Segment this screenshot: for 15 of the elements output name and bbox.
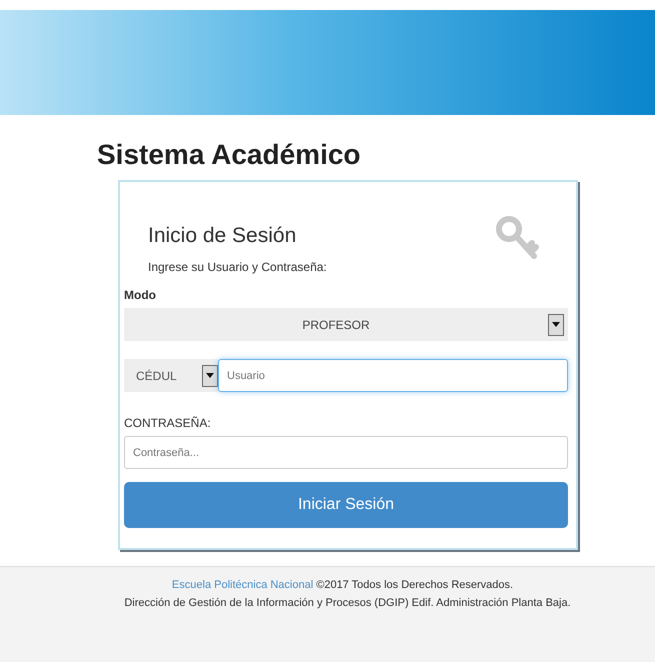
login-button[interactable]: Iniciar Sesión [124, 482, 568, 528]
password-label: CONTRASEÑA: [124, 416, 212, 430]
mode-label: Modo [124, 288, 157, 302]
id-type-select[interactable]: CÉDUL [124, 359, 218, 392]
dropdown-icon [552, 322, 560, 327]
username-field[interactable]: Usuario [218, 359, 568, 392]
password-field[interactable]: Contraseña... [124, 436, 568, 469]
login-heading: Inicio de Sesión [148, 224, 298, 248]
page-title: Sistema Académico [97, 138, 362, 172]
address-text: Dirección de Gestión de la Información y Procesos (DGIP) Edif. Administración Planta Baja. [124, 597, 571, 609]
dropdown-icon [206, 373, 214, 378]
copyright-text: Escuela Politécnica Nacional ©2017 Todos los Derechos Reservados. [172, 579, 514, 591]
mode-select[interactable]: PROFESOR [124, 308, 568, 341]
login-subtitle: Ingrese su Usuario y Contraseña: [148, 260, 327, 274]
key-icon [494, 214, 540, 262]
